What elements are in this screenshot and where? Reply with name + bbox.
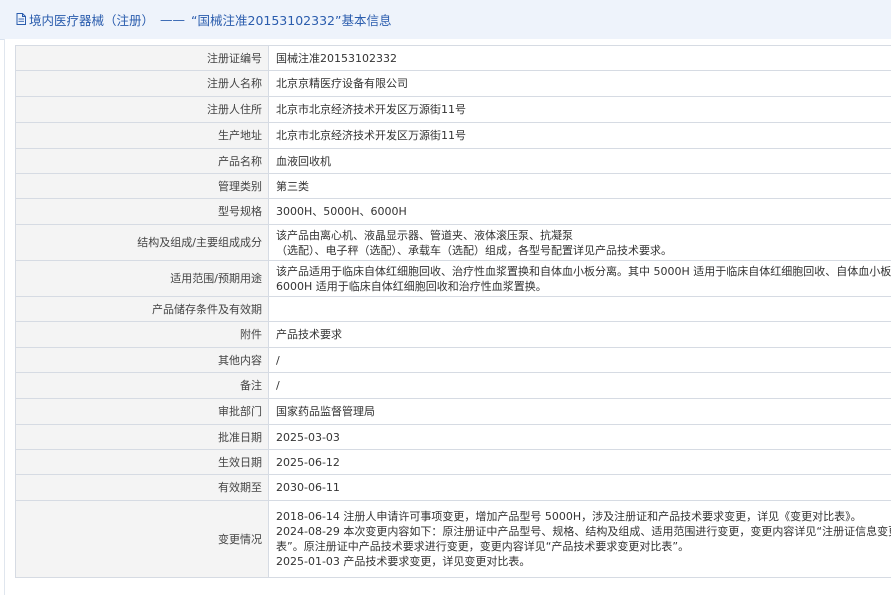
production-address-label: 生产地址: [15, 122, 269, 149]
structure-composition-value: 该产品由离心机、液晶显示器、管道夹、液体滚压泵、抗凝泵 （选配）、电子秤（选配）、…: [268, 224, 891, 261]
registrant-name-value: 北京京精医疗设备有限公司: [268, 70, 891, 97]
row-expiry-date: 有效期至 2030-06-11: [15, 474, 891, 501]
header-title: “国械注准20153102332”基本信息: [191, 13, 392, 28]
attachment-value: 产品技术要求: [268, 321, 891, 348]
registrant-name-line: 北京京精医疗设备有限公司: [276, 77, 408, 90]
info-table: 注册证编号 国械注准20153102332 注册人名称 北京京精医疗设备有限公司 注册人…: [15, 45, 891, 578]
row-product-name: 产品名称 血液回收机: [15, 148, 891, 174]
effective-date-value: 2025-06-12: [268, 449, 891, 475]
expiry-date-value: 2030-06-11: [268, 474, 891, 501]
other-content-line: /: [276, 353, 280, 367]
remarks-value: /: [268, 372, 891, 399]
intended-use-value: 该产品适用于临床自体红细胞回收、治疗性血浆置换和自体血小板分离。其中 5000H…: [268, 260, 891, 297]
registrant-name-label: 注册人名称: [15, 70, 269, 97]
model-spec-label: 型号规格: [15, 198, 269, 225]
other-content-label: 其他内容: [15, 347, 269, 373]
management-class-label: 管理类别: [15, 173, 269, 199]
approval-date-value: 2025-03-03: [268, 424, 891, 450]
row-change-history: 变更情况 2018-06-14 注册人申请许可事项变更，增加产品型号 5000H，…: [15, 500, 891, 578]
remarks-label: 备注: [15, 372, 269, 399]
row-registrant-name: 注册人名称 北京京精医疗设备有限公司: [15, 70, 891, 97]
row-other-content: 其他内容 /: [15, 347, 891, 373]
row-approval-department: 审批部门 国家药品监督管理局: [15, 398, 891, 425]
other-content-value: /: [268, 347, 891, 373]
detail-panel: 注册证编号 国械注准20153102332 注册人名称 北京京精医疗设备有限公司 注册人…: [4, 39, 891, 595]
row-remarks: 备注 /: [15, 372, 891, 399]
approval-date-line: 2025-03-03: [276, 430, 340, 444]
production-address-value: 北京市北京经济技术开发区万源街11号: [268, 122, 891, 149]
row-registrant-address: 注册人住所 北京市北京经济技术开发区万源街11号: [15, 96, 891, 123]
storage-conditions-label: 产品储存条件及有效期: [15, 296, 269, 322]
effective-date-label: 生效日期: [15, 449, 269, 475]
registration-number-value: 国械注准20153102332: [268, 45, 891, 71]
management-class-value: 第三类: [268, 173, 891, 199]
remarks-line: /: [276, 379, 280, 392]
row-storage-conditions: 产品储存条件及有效期: [15, 296, 891, 322]
attachment-label: 附件: [15, 321, 269, 348]
model-spec-value: 3000H、5000H、6000H: [268, 198, 891, 225]
structure-composition-line: 该产品由离心机、液晶显示器、管道夹、液体滚压泵、抗凝泵: [276, 228, 573, 242]
intended-use-line: 6000H 适用于临床自体红细胞回收和治疗性血浆置换。: [276, 279, 547, 293]
intended-use-line: 该产品适用于临床自体红细胞回收、治疗性血浆置换和自体血小板分离。其中 5000H…: [276, 264, 891, 278]
row-management-class: 管理类别 第三类: [15, 173, 891, 199]
structure-composition-label: 结构及组成/主要组成成分: [15, 224, 269, 261]
change-history-line: 2024-08-29 本次变更内容如下：原注册证中产品型号、规格、结构及组成、适…: [276, 525, 891, 538]
row-intended-use: 适用范围/预期用途 该产品适用于临床自体红细胞回收、治疗性血浆置换和自体血小板分离…: [15, 260, 891, 297]
registration-number-label: 注册证编号: [15, 45, 269, 71]
attachment-line: 产品技术要求: [276, 328, 342, 341]
expiry-date-line: 2030-06-11: [276, 481, 340, 494]
approval-date-label: 批准日期: [15, 424, 269, 450]
change-history-label: 变更情况: [15, 500, 269, 578]
approval-department-line: 国家药品监督管理局: [276, 405, 375, 418]
approval-department-value: 国家药品监督管理局: [268, 398, 891, 425]
change-history-value: 2018-06-14 注册人申请许可事项变更，增加产品型号 5000H，涉及注册…: [268, 500, 891, 578]
product-name-label: 产品名称: [15, 148, 269, 174]
approval-department-label: 审批部门: [15, 398, 269, 425]
registrant-address-label: 注册人住所: [15, 96, 269, 123]
management-class-line: 第三类: [276, 179, 309, 193]
header-separator: ——: [160, 12, 186, 27]
effective-date-line: 2025-06-12: [276, 455, 340, 469]
storage-conditions-value: [268, 296, 891, 322]
production-address-line: 北京市北京经济技术开发区万源街11号: [276, 129, 466, 142]
row-attachment: 附件 产品技术要求: [15, 321, 891, 348]
expiry-date-label: 有效期至: [15, 474, 269, 501]
change-history-line: 2025-01-03 产品技术要求变更，详见变更对比表。: [276, 555, 531, 568]
page-header: 境内医疗器械（注册） —— “国械注准20153102332”基本信息: [0, 0, 891, 40]
registration-number-line: 国械注准20153102332: [276, 51, 397, 65]
row-production-address: 生产地址 北京市北京经济技术开发区万源街11号: [15, 122, 891, 149]
product-name-line: 血液回收机: [276, 154, 331, 168]
row-structure-composition: 结构及组成/主要组成成分 该产品由离心机、液晶显示器、管道夹、液体滚压泵、抗凝泵（…: [15, 224, 891, 261]
document-icon: [16, 13, 26, 28]
row-model-spec: 型号规格 3000H、5000H、6000H: [15, 198, 891, 225]
change-history-line: 表”。原注册证中产品技术要求进行变更，变更内容详见“产品技术要求变更对比表”。: [276, 540, 690, 553]
intended-use-label: 适用范围/预期用途: [15, 260, 269, 297]
row-approval-date: 批准日期 2025-03-03: [15, 424, 891, 450]
registrant-address-line: 北京市北京经济技术开发区万源街11号: [276, 103, 466, 116]
row-registration-number: 注册证编号 国械注准20153102332: [15, 45, 891, 71]
registrant-address-value: 北京市北京经济技术开发区万源街11号: [268, 96, 891, 123]
structure-composition-line: （选配）、电子秤（选配）、承载车（选配）组成，各型号配置详见产品技术要求。: [276, 243, 672, 257]
model-spec-line: 3000H、5000H、6000H: [276, 205, 407, 218]
change-history-line: 2018-06-14 注册人申请许可事项变更，增加产品型号 5000H，涉及注册…: [276, 510, 862, 523]
row-effective-date: 生效日期 2025-06-12: [15, 449, 891, 475]
header-category: 境内医疗器械（注册）: [29, 13, 155, 28]
product-name-value: 血液回收机: [268, 148, 891, 174]
